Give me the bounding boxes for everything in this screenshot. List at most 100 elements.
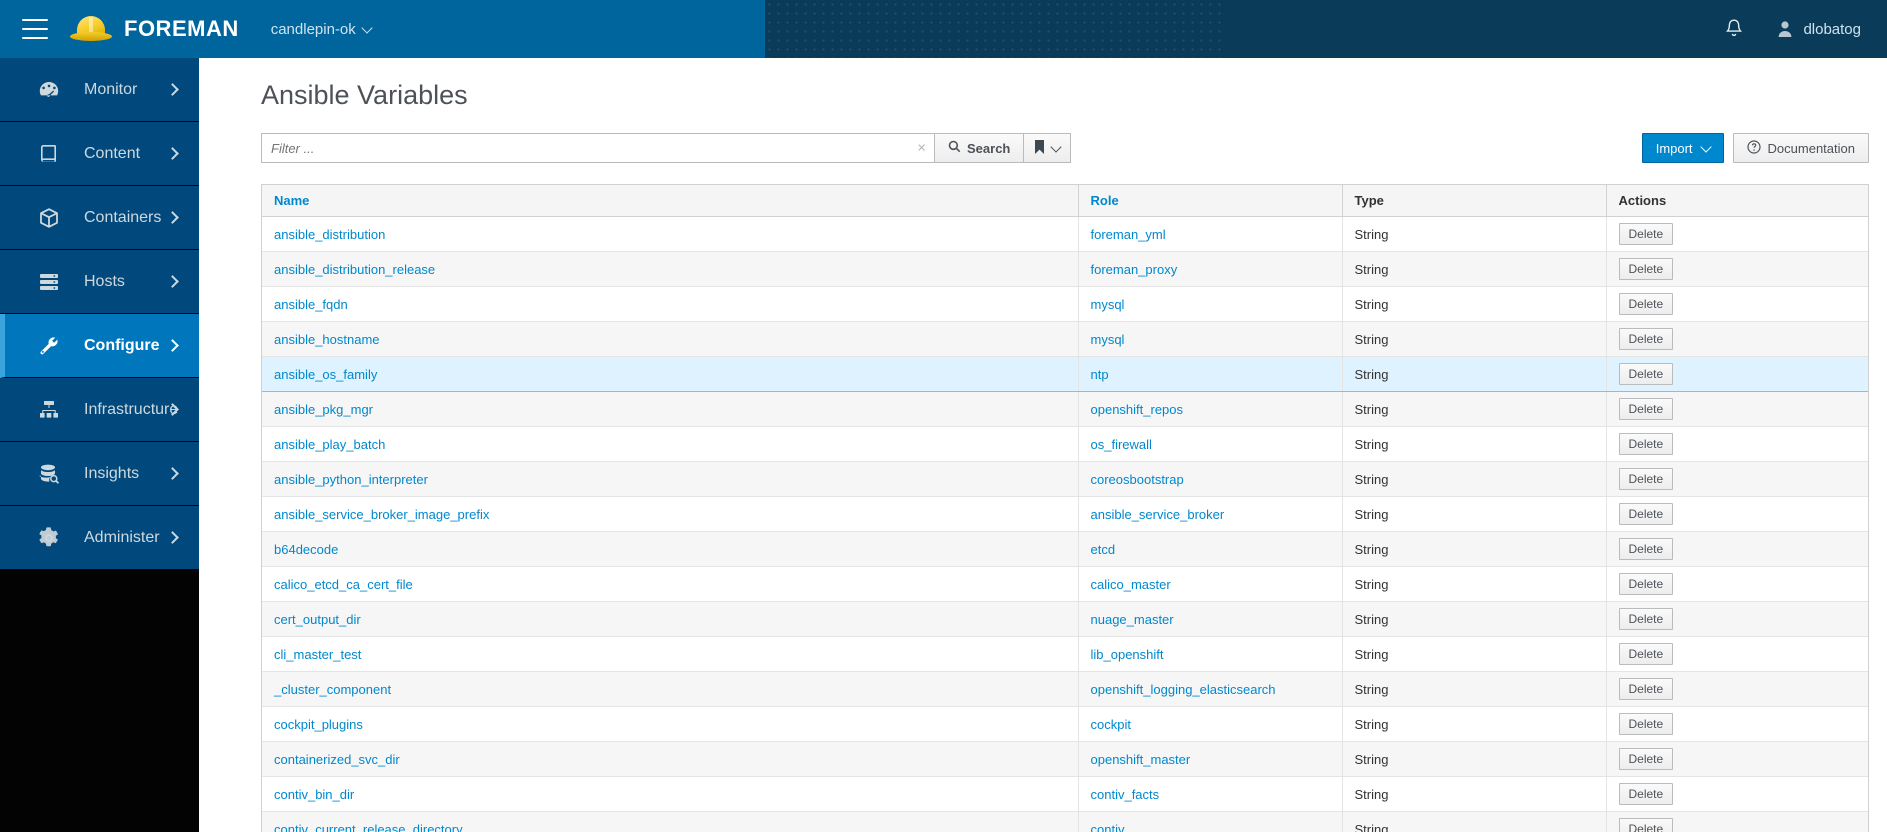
table-header-row: Name Role Type Actions	[262, 185, 1868, 217]
table-row[interactable]: ansible_play_batch os_firewall String Delet…	[262, 426, 1868, 462]
delete-button[interactable]: Delete	[1618, 503, 1674, 525]
sidebar-item-label: Configure	[84, 336, 160, 354]
table-row[interactable]: ansible_distribution_release foreman_prox…	[262, 251, 1868, 287]
variable-name-link[interactable]: ansible_os_family	[274, 367, 377, 382]
table-row[interactable]: ansible_fqdn mysql String Delete	[262, 286, 1868, 322]
bookmark-dropdown-button[interactable]	[1024, 133, 1072, 163]
sidebar-item-hosts[interactable]: Hosts	[0, 250, 199, 314]
delete-button[interactable]: Delete	[1618, 783, 1674, 805]
organization-selector[interactable]: candlepin-ok	[271, 21, 373, 38]
variable-name-link[interactable]: ansible_fqdn	[274, 297, 348, 312]
search-button[interactable]: Search	[934, 133, 1025, 163]
search-input[interactable]	[261, 133, 934, 163]
variable-name-link[interactable]: cert_output_dir	[274, 612, 361, 627]
role-link[interactable]: foreman_yml	[1091, 227, 1166, 242]
delete-button[interactable]: Delete	[1618, 293, 1674, 315]
variable-name-link[interactable]: ansible_service_broker_image_prefix	[274, 507, 489, 522]
delete-button[interactable]: Delete	[1618, 468, 1674, 490]
delete-button[interactable]: Delete	[1618, 678, 1674, 700]
sidebar-item-containers[interactable]: Containers	[0, 186, 199, 250]
table-row[interactable]: ansible_service_broker_image_prefix ansib…	[262, 496, 1868, 532]
variable-name-link[interactable]: calico_etcd_ca_cert_file	[274, 577, 413, 592]
delete-button[interactable]: Delete	[1618, 573, 1674, 595]
delete-button[interactable]: Delete	[1618, 398, 1674, 420]
table-row[interactable]: contiv_bin_dir contiv_facts String Delete	[262, 776, 1868, 812]
sidebar-item-monitor[interactable]: Monitor	[0, 58, 199, 122]
variable-name-link[interactable]: cockpit_plugins	[274, 717, 363, 732]
variable-name-link[interactable]: ansible_distribution	[274, 227, 385, 242]
role-link[interactable]: openshift_master	[1091, 752, 1191, 767]
table-row[interactable]: _cluster_component openshift_logging_elas…	[262, 671, 1868, 707]
role-link[interactable]: etcd	[1091, 542, 1116, 557]
delete-button[interactable]: Delete	[1618, 328, 1674, 350]
role-link[interactable]: foreman_proxy	[1091, 262, 1178, 277]
role-link[interactable]: mysql	[1091, 297, 1125, 312]
table-row[interactable]: ansible_pkg_mgr openshift_repos String Dele…	[262, 391, 1868, 427]
delete-button[interactable]: Delete	[1618, 538, 1674, 560]
role-link[interactable]: coreosbootstrap	[1091, 472, 1184, 487]
table-row[interactable]: ansible_distribution foreman_yml String Del…	[262, 216, 1868, 252]
sidebar-item-content[interactable]: Content	[0, 122, 199, 186]
cell-actions: Delete	[1606, 251, 1868, 287]
role-link[interactable]: calico_master	[1091, 577, 1171, 592]
role-link[interactable]: cockpit	[1091, 717, 1131, 732]
role-link[interactable]: nuage_master	[1091, 612, 1174, 627]
clear-filter-icon[interactable]: ×	[917, 141, 926, 156]
variable-name-link[interactable]: ansible_pkg_mgr	[274, 402, 373, 417]
role-link[interactable]: openshift_repos	[1091, 402, 1184, 417]
variable-name-link[interactable]: contiv_current_release_directory	[274, 822, 463, 832]
documentation-button-label: Documentation	[1767, 140, 1855, 156]
documentation-button[interactable]: Documentation	[1732, 133, 1869, 163]
table-row[interactable]: cockpit_plugins cockpit String Delete	[262, 706, 1868, 742]
variable-name-link[interactable]: b64decode	[274, 542, 338, 557]
table-row[interactable]: contiv_current_release_directory contiv St…	[262, 811, 1868, 832]
variable-name-link[interactable]: cli_master_test	[274, 647, 361, 662]
cell-role: cockpit	[1078, 706, 1343, 742]
delete-button[interactable]: Delete	[1618, 608, 1674, 630]
table-row[interactable]: b64decode etcd String Delete	[262, 531, 1868, 567]
variable-name-link[interactable]: ansible_play_batch	[274, 437, 385, 452]
role-link[interactable]: os_firewall	[1091, 437, 1152, 452]
delete-button[interactable]: Delete	[1618, 713, 1674, 735]
variable-name-link[interactable]: contiv_bin_dir	[274, 787, 354, 802]
hamburger-menu-icon[interactable]	[22, 19, 48, 39]
variable-name-link[interactable]: ansible_python_interpreter	[274, 472, 428, 487]
table-row[interactable]: ansible_os_family ntp String Delete	[262, 356, 1868, 392]
role-link[interactable]: ntp	[1091, 367, 1109, 382]
table-row[interactable]: calico_etcd_ca_cert_file calico_master Str…	[262, 566, 1868, 602]
sidebar-item-administer[interactable]: Administer	[0, 506, 199, 570]
role-link[interactable]: contiv	[1091, 822, 1125, 832]
role-link[interactable]: lib_openshift	[1091, 647, 1164, 662]
sidebar-item-configure[interactable]: Configure	[0, 314, 199, 378]
role-link[interactable]: contiv_facts	[1091, 787, 1160, 802]
delete-button[interactable]: Delete	[1618, 223, 1674, 245]
sidebar-item-infrastructure[interactable]: Infrastructure	[0, 378, 199, 442]
notifications-bell-icon[interactable]	[1725, 18, 1743, 41]
delete-button[interactable]: Delete	[1618, 748, 1674, 770]
sidebar-item-insights[interactable]: Insights	[0, 442, 199, 506]
table-row[interactable]: cli_master_test lib_openshift String Delete	[262, 636, 1868, 672]
table-row[interactable]: cert_output_dir nuage_master String Delete	[262, 601, 1868, 637]
table-row[interactable]: ansible_python_interpreter coreosbootstra…	[262, 461, 1868, 497]
delete-button[interactable]: Delete	[1618, 818, 1674, 832]
variable-name-link[interactable]: ansible_distribution_release	[274, 262, 435, 277]
table-row[interactable]: containerized_svc_dir openshift_master Str…	[262, 741, 1868, 777]
user-menu[interactable]: dlobatog	[1777, 20, 1861, 38]
import-button[interactable]: Import	[1641, 133, 1724, 163]
delete-button[interactable]: Delete	[1618, 433, 1674, 455]
cell-role: coreosbootstrap	[1078, 461, 1343, 497]
variable-name-link[interactable]: _cluster_component	[274, 682, 391, 697]
column-header-role[interactable]: Role	[1078, 185, 1343, 217]
cell-name: ansible_service_broker_image_prefix	[262, 496, 1079, 532]
cell-type: String	[1342, 356, 1607, 392]
variable-name-link[interactable]: containerized_svc_dir	[274, 752, 400, 767]
delete-button[interactable]: Delete	[1618, 258, 1674, 280]
delete-button[interactable]: Delete	[1618, 363, 1674, 385]
variable-name-link[interactable]: ansible_hostname	[274, 332, 380, 347]
role-link[interactable]: ansible_service_broker	[1091, 507, 1225, 522]
column-header-name[interactable]: Name	[262, 185, 1079, 217]
role-link[interactable]: openshift_logging_elasticsearch	[1091, 682, 1276, 697]
role-link[interactable]: mysql	[1091, 332, 1125, 347]
table-row[interactable]: ansible_hostname mysql String Delete	[262, 321, 1868, 357]
delete-button[interactable]: Delete	[1618, 643, 1674, 665]
